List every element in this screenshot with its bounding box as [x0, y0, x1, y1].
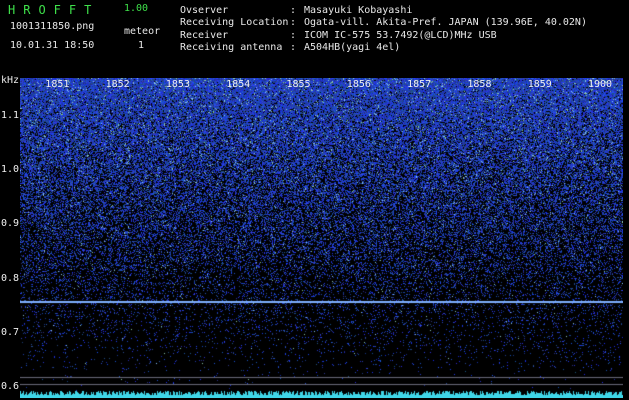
x-tick-label: 1856	[346, 79, 371, 90]
x-tick-label: 1858	[467, 79, 492, 90]
info-separator: :	[290, 5, 303, 16]
app-version: 1.00	[124, 3, 149, 14]
x-tick-label: 1859	[527, 79, 552, 90]
app-title: HROFFT	[8, 3, 100, 17]
info-separator: :	[290, 29, 303, 41]
header-panel: HROFFT 1.00 1001311850.png 10.01.31 18:5…	[0, 0, 629, 75]
info-value: Masayuki Kobayashi	[304, 5, 413, 16]
info-separator: :	[290, 42, 303, 54]
x-tick-label: 1852	[105, 79, 130, 90]
info-row-antenna: Receiving antenna: A504HB(yagi 4el)	[180, 42, 587, 54]
info-row-observer: Ovserver: Masayuki Kobayashi	[180, 5, 587, 17]
y-tick-label: 1.1	[1, 109, 20, 121]
x-tick-label: 1854	[226, 79, 251, 90]
x-tick-label: 1857	[407, 79, 432, 90]
info-key: Ovserver	[180, 5, 229, 16]
y-tick-label: 1.0	[1, 164, 20, 176]
info-separator: :	[290, 17, 303, 29]
capture-datetime: 10.01.31 18:50	[10, 40, 95, 51]
x-tick-label: 1853	[165, 79, 190, 90]
info-key: Receiver	[180, 29, 229, 41]
y-tick-label: 0.9	[1, 218, 20, 230]
meteor-label: meteor	[124, 26, 161, 37]
capture-filename: 1001311850.png	[10, 21, 95, 32]
info-row-location: Receiving Location: Ogata-vill. Akita-Pr…	[180, 17, 587, 29]
spectrogram-canvas	[20, 78, 623, 398]
info-row-receiver: Receiver: ICOM IC-575 53.7492(@LCD)MHz U…	[180, 30, 587, 42]
x-tick-label: 1855	[286, 79, 311, 90]
x-tick-label: 1851	[45, 79, 70, 90]
info-value: ICOM IC-575 53.7492(@LCD)MHz USB	[304, 29, 497, 41]
y-tick-label: 0.7	[1, 326, 20, 338]
y-axis-unit-label: kHz	[1, 75, 20, 86]
info-key: Receiving Location	[180, 17, 289, 29]
station-info: Ovserver: Masayuki Kobayashi Receiving L…	[180, 5, 587, 55]
info-value: Ogata-vill. Akita-Pref. JAPAN (139.96E, …	[304, 17, 587, 29]
y-tick-label: 0.8	[1, 272, 20, 284]
info-key: Receiving antenna	[180, 42, 283, 54]
info-value: A504HB(yagi 4el)	[304, 42, 401, 54]
meteor-count: 1	[138, 40, 145, 51]
x-tick-label: 1900	[588, 79, 613, 90]
y-tick-label: 0.6	[1, 381, 20, 393]
